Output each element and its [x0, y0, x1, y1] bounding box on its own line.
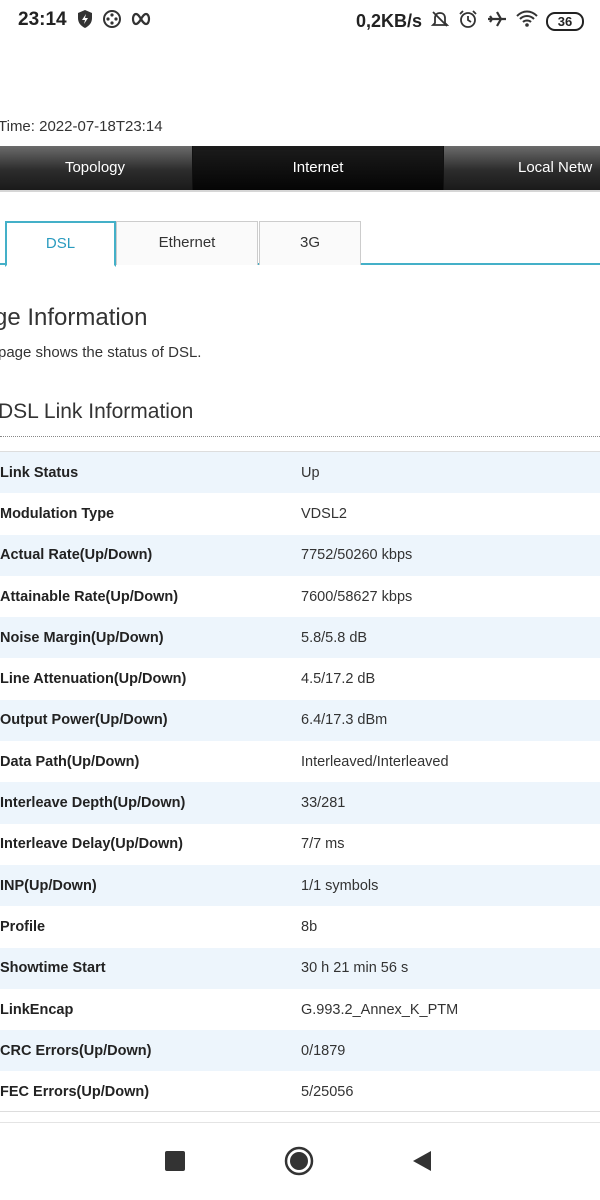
status-bar: 23:14 0,2KB/s 36 [0, 0, 600, 40]
top-nav: Topology Internet Local Netw [0, 146, 600, 192]
nav-topology[interactable]: Topology [0, 146, 193, 190]
table-row: Data Path(Up/Down) Interleaved/Interleave… [0, 741, 600, 783]
alarm-icon [458, 9, 478, 34]
row-label: Link Status [0, 464, 79, 481]
row-label: Profile [0, 918, 46, 935]
aperture-icon [102, 9, 122, 34]
row-label: Data Path(Up/Down) [0, 753, 140, 770]
table-row: Interleave Delay(Up/Down) 7/7 ms [0, 823, 600, 865]
table-row: Actual Rate(Up/Down) 7752/50260 kbps [0, 534, 600, 576]
row-label: FEC Errors(Up/Down) [0, 1084, 150, 1101]
row-value: G.993.2_Annex_K_PTM [301, 1001, 459, 1018]
table-row: FEC Errors(Up/Down) 5/25056 [0, 1071, 600, 1113]
home-button[interactable] [284, 1146, 314, 1181]
bell-off-icon [430, 9, 450, 34]
row-value: 33/281 [301, 795, 346, 812]
row-label: INP(Up/Down) [0, 877, 97, 894]
status-right-icons: 0,2KB/s 36 [356, 9, 584, 34]
table-row: Profile 8b [0, 906, 600, 948]
dsl-info-table: Link Status Up Modulation Type VDSL2 Actual … [0, 451, 600, 1113]
row-value: Interleaved/Interleaved [301, 753, 449, 770]
table-row: Modulation Type VDSL2 [0, 493, 600, 535]
status-time: 23:14 [18, 9, 67, 30]
tab-ethernet[interactable]: Ethernet [116, 221, 258, 265]
row-label: Modulation Type [0, 505, 115, 522]
recents-button[interactable] [165, 1151, 185, 1176]
row-value: 30 h 21 min 56 s [301, 960, 409, 977]
table-row: INP(Up/Down) 1/1 symbols [0, 864, 600, 907]
page-description: page shows the status of DSL. [0, 344, 202, 361]
section-divider [0, 436, 600, 437]
table-row: Link Status Up [0, 452, 600, 494]
status-left-icons [76, 9, 152, 34]
row-value: 8b [301, 918, 318, 935]
table-row: Showtime Start 30 h 21 min 56 s [0, 947, 600, 989]
sub-tabs: DSL Ethernet 3G [0, 221, 600, 267]
row-value: Up [301, 464, 320, 481]
row-label: LinkEncap [0, 1001, 74, 1018]
row-label: Attainable Rate(Up/Down) [0, 588, 179, 605]
battery-icon: 36 [546, 12, 584, 31]
row-label: Noise Margin(Up/Down) [0, 629, 164, 646]
table-row: LinkEncap G.993.2_Annex_K_PTM [0, 988, 600, 1031]
system-time: Time: 2022-07-18T23:14 [0, 118, 163, 135]
airplane-icon [486, 9, 508, 34]
row-label: Interleave Delay(Up/Down) [0, 836, 183, 853]
row-label: Showtime Start [0, 960, 106, 977]
nav-internet[interactable]: Internet [193, 146, 444, 190]
table-bottom-border [0, 1111, 600, 1112]
table-row: CRC Errors(Up/Down) 0/1879 [0, 1030, 600, 1072]
nav-local-network[interactable]: Local Netw [444, 146, 600, 190]
row-label: Interleave Depth(Up/Down) [0, 795, 186, 812]
section-title: DSL Link Information [0, 400, 194, 423]
row-label: Actual Rate(Up/Down) [0, 547, 153, 564]
row-value: 6.4/17.3 dBm [301, 712, 388, 729]
row-value: 0/1879 [301, 1042, 346, 1059]
table-row: Interleave Depth(Up/Down) 33/281 [0, 782, 600, 824]
row-value: 4.5/17.2 dB [301, 671, 376, 688]
table-row: Line Attenuation(Up/Down) 4.5/17.2 dB [0, 658, 600, 700]
table-row: Output Power(Up/Down) 6.4/17.3 dBm [0, 699, 600, 742]
tab-dsl[interactable]: DSL [5, 221, 116, 267]
row-value: 7/7 ms [301, 836, 345, 853]
row-value: 7752/50260 kbps [301, 547, 413, 564]
row-label: Line Attenuation(Up/Down) [0, 671, 187, 688]
table-row: Noise Margin(Up/Down) 5.8/5.8 dB [0, 617, 600, 659]
row-value: 1/1 symbols [301, 877, 379, 894]
back-button[interactable] [411, 1150, 433, 1177]
network-speed: 0,2KB/s [355, 11, 422, 31]
table-row: Attainable Rate(Up/Down) 7600/58627 kbps [0, 575, 600, 618]
page-title: ge Information [0, 304, 148, 331]
row-label: Output Power(Up/Down) [0, 712, 168, 729]
wifi-icon [516, 10, 538, 33]
tab-3g[interactable]: 3G [259, 221, 361, 265]
row-label: CRC Errors(Up/Down) [0, 1042, 152, 1059]
row-value: VDSL2 [301, 505, 347, 522]
system-nav-bar [0, 1122, 600, 1200]
infinity-icon [130, 12, 152, 31]
shield-icon [76, 9, 94, 34]
row-value: 5.8/5.8 dB [301, 629, 368, 646]
row-value: 7600/58627 kbps [301, 588, 413, 605]
row-value: 5/25056 [301, 1084, 354, 1101]
